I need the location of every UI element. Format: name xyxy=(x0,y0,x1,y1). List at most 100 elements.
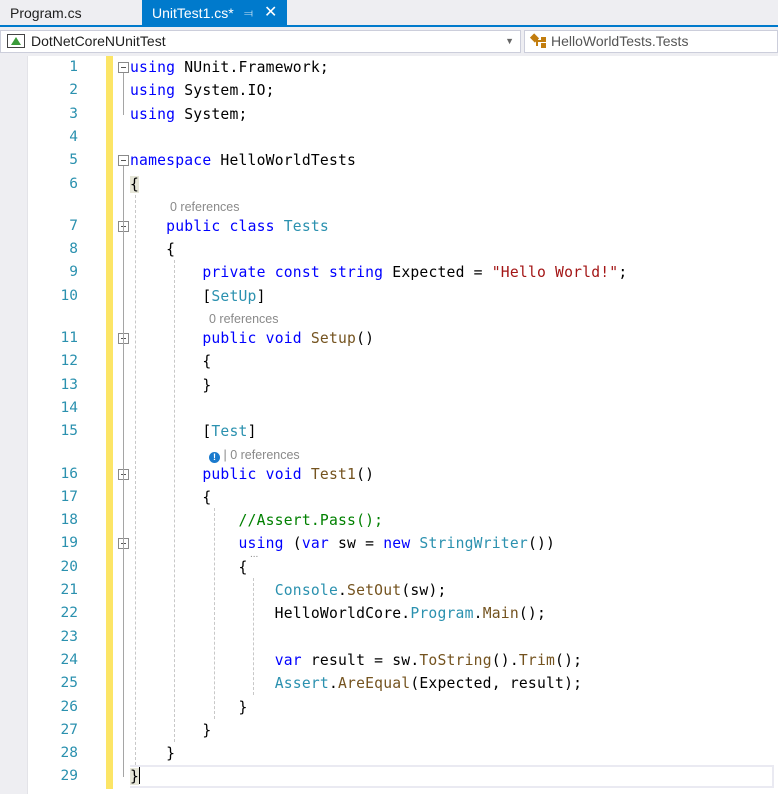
glyph-margin xyxy=(0,56,28,794)
code-text: public void Setup() xyxy=(202,330,375,347)
code-text: { xyxy=(130,488,212,506)
collapse-icon[interactable] xyxy=(118,62,129,73)
code-line[interactable]: 17 { xyxy=(28,486,778,509)
code-line[interactable]: 3 using System; xyxy=(28,103,778,126)
code-line[interactable]: 10 [SetUp] xyxy=(28,285,778,308)
code-text: var result = sw.ToString().Trim(); xyxy=(274,651,583,669)
code-text: using (var sw = new StringWriter()) xyxy=(238,535,556,553)
code-line[interactable]: 12 { xyxy=(28,350,778,373)
line-number: 28 xyxy=(60,745,78,762)
line-number: 29 xyxy=(60,768,78,785)
code-area[interactable]: 1 using NUnit.Framework; 2 using System.IO;… xyxy=(28,56,778,794)
code-text: using System.IO; xyxy=(130,82,275,100)
code-line[interactable]: 23 xyxy=(28,626,778,649)
line-number: 6 xyxy=(69,175,78,192)
test-status-icon[interactable]: ! xyxy=(209,451,220,463)
fold-region-line xyxy=(123,166,124,778)
line-number: 18 xyxy=(60,512,78,529)
code-text: } xyxy=(130,767,141,786)
code-line[interactable]: 9 private const string Expected = "Hello… xyxy=(28,261,778,284)
code-text: } xyxy=(130,721,212,739)
project-dropdown[interactable]: DotNetCoreNUnitTest ▼ xyxy=(0,30,521,53)
tab-program-cs[interactable]: Program.cs xyxy=(0,0,143,25)
codelens-references[interactable]: 0 references xyxy=(170,199,239,215)
code-line[interactable]: 22 HelloWorldCore.Program.Main(); xyxy=(28,602,778,625)
line-number: 13 xyxy=(60,376,78,393)
code-line[interactable]: 21 Console.SetOut(sw); xyxy=(28,579,778,602)
code-line[interactable]: 15 [Test] xyxy=(28,420,778,443)
line-number: 19 xyxy=(60,535,78,552)
code-text: } xyxy=(130,745,176,763)
line-number: 16 xyxy=(60,465,78,482)
code-line[interactable]: 11 public void Setup() xyxy=(28,327,778,350)
code-text: { xyxy=(130,353,212,371)
code-line[interactable]: 26 } xyxy=(28,696,778,719)
fold-region-line xyxy=(123,73,124,115)
line-number: 5 xyxy=(69,152,78,169)
line-number: 22 xyxy=(60,605,78,622)
type-name: HelloWorldTests.Tests xyxy=(551,33,689,49)
chevron-down-icon[interactable]: ▼ xyxy=(505,31,514,52)
test-project-icon xyxy=(7,34,25,48)
indent-guide xyxy=(135,194,136,766)
code-line[interactable]: 19 using (var sw = new StringWriter())..… xyxy=(28,532,778,560)
close-icon[interactable]: ✕ xyxy=(264,0,277,26)
codelens-references[interactable]: 0 references xyxy=(209,311,278,327)
code-text: [Test] xyxy=(130,423,257,441)
line-number: 23 xyxy=(60,628,78,645)
type-dropdown[interactable]: HelloWorldTests.Tests xyxy=(524,30,778,53)
code-line[interactable]: 16 public void Test1() xyxy=(28,463,778,486)
code-editor[interactable]: 1 using NUnit.Framework; 2 using System.IO;… xyxy=(0,56,778,794)
line-number: 2 xyxy=(69,82,78,99)
code-line[interactable]: 27 } xyxy=(28,719,778,742)
navigation-bar: DotNetCoreNUnitTest ▼ HelloWorldTests.Te… xyxy=(0,29,778,54)
code-text: HelloWorldCore.Program.Main(); xyxy=(130,605,546,623)
code-line[interactable]: 2 using System.IO; xyxy=(28,79,778,102)
code-text: public void Test1() xyxy=(202,465,375,483)
pin-icon[interactable]: ⫤ xyxy=(244,0,253,26)
indent-guide xyxy=(174,260,175,743)
code-line[interactable]: 5 namespace HelloWorldTests xyxy=(28,149,778,172)
code-line[interactable]: 14 xyxy=(28,397,778,420)
line-number: 4 xyxy=(69,128,78,145)
line-number: 21 xyxy=(60,582,78,598)
code-line[interactable]: 8 { xyxy=(28,238,778,261)
line-number: 17 xyxy=(60,488,78,505)
code-text: public class Tests xyxy=(166,217,329,235)
code-line[interactable]: 7 public class Tests xyxy=(28,215,778,238)
code-text: using System; xyxy=(130,105,248,123)
line-number: 15 xyxy=(60,423,78,440)
tab-label: Program.cs xyxy=(10,5,82,21)
line-number: 11 xyxy=(60,330,78,346)
code-text: private const string Expected = "Hello W… xyxy=(202,264,628,282)
code-line[interactable]: 20 { xyxy=(28,556,778,579)
collapse-icon[interactable] xyxy=(118,155,129,167)
code-line[interactable]: 29} xyxy=(28,765,778,789)
code-line[interactable]: 6{ xyxy=(28,173,778,196)
codelens-text: 0 references xyxy=(209,312,279,326)
codelens-references[interactable]: ! | 0 references xyxy=(209,447,300,463)
codelens-separator: | xyxy=(220,447,231,462)
code-line[interactable]: 24 var result = sw.ToString().Trim(); xyxy=(28,649,778,672)
code-text: { xyxy=(130,241,176,259)
current-line-highlight xyxy=(130,765,774,789)
tab-unittest1-cs[interactable]: UnitTest1.cs* ⫤ ✕ xyxy=(142,0,287,25)
code-text: Assert.AreEqual(Expected, result); xyxy=(274,675,583,693)
line-number: 7 xyxy=(69,217,78,234)
code-line[interactable]: 4 xyxy=(28,126,778,149)
code-text: { xyxy=(130,175,140,193)
document-tab-strip: Program.cs UnitTest1.cs* ⫤ ✕ xyxy=(0,0,778,27)
code-line[interactable]: 13 } xyxy=(28,374,778,397)
code-text: using NUnit.Framework; xyxy=(130,59,329,76)
line-number: 27 xyxy=(60,721,78,738)
line-number: 8 xyxy=(69,241,78,258)
code-line[interactable]: 18 //Assert.Pass(); xyxy=(28,509,778,532)
code-line[interactable]: 1 using NUnit.Framework; xyxy=(28,56,778,79)
code-line[interactable]: 25 Assert.AreEqual(Expected, result); xyxy=(28,672,778,695)
code-line[interactable]: 28 } xyxy=(28,742,778,765)
code-text: } xyxy=(130,698,248,716)
code-text: [SetUp] xyxy=(130,287,266,305)
line-number: 26 xyxy=(60,698,78,715)
line-number: 1 xyxy=(69,59,78,75)
line-number: 14 xyxy=(60,399,78,416)
